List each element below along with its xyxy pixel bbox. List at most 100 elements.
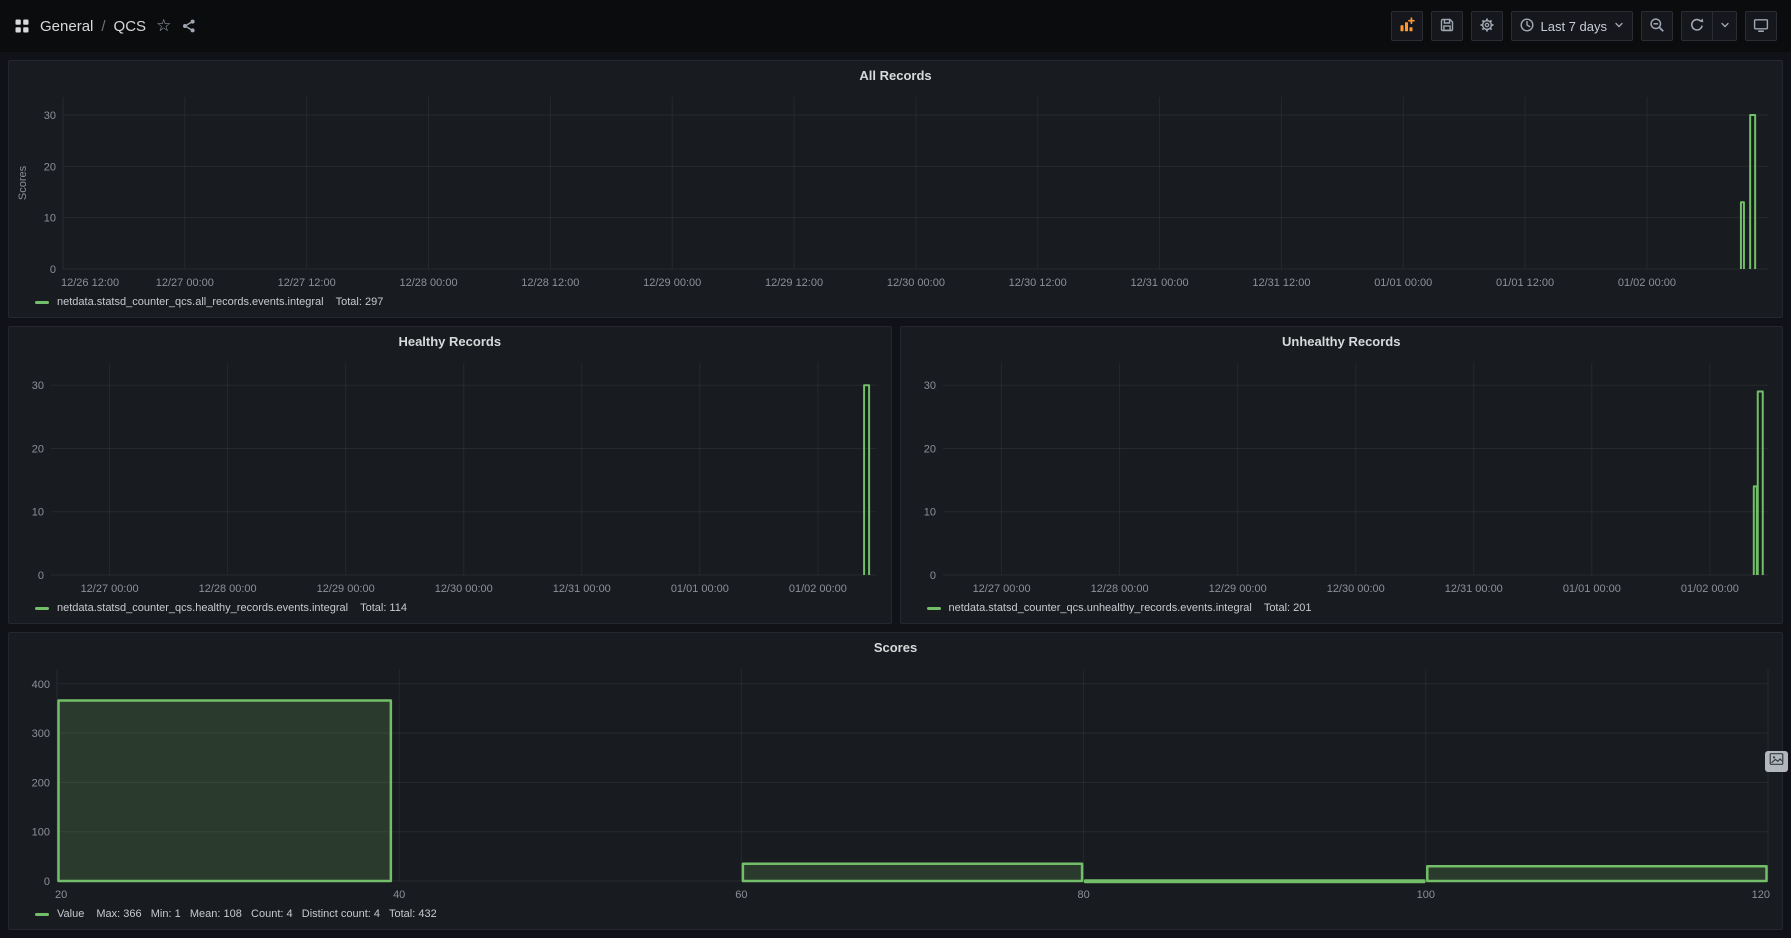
zoom-out-button[interactable] xyxy=(1641,11,1673,41)
svg-text:0: 0 xyxy=(38,570,44,582)
panel-unhealthy-records-header[interactable]: Unhealthy Records xyxy=(901,327,1783,355)
svg-text:12/28 00:00: 12/28 00:00 xyxy=(199,583,257,595)
chevron-down-icon xyxy=(1719,19,1731,34)
overlay-widget-button[interactable] xyxy=(1765,751,1788,772)
healthy-records-legend: netdata.statsd_counter_qcs.healthy_recor… xyxy=(9,599,891,623)
breadcrumb[interactable]: General / QCS xyxy=(40,18,146,35)
svg-text:12/26 12:00: 12/26 12:00 xyxy=(61,277,119,289)
svg-text:30: 30 xyxy=(44,110,56,122)
svg-text:12/30 00:00: 12/30 00:00 xyxy=(1326,583,1384,595)
panel-row: Healthy Records 0 10 20 30 12/27 00:00 12/28 … xyxy=(8,326,1783,624)
legend-stats: Max: 366 Min: 1 Mean: 108 Count: 4 Disti… xyxy=(96,908,437,920)
series-color-marker xyxy=(35,300,49,304)
svg-text:12/31 00:00: 12/31 00:00 xyxy=(1131,277,1189,289)
legend-series-name[interactable]: Value xyxy=(57,908,84,920)
all-records-chart[interactable]: 0 10 20 30 12/26 12:00 12/27 00:00 12/27 12:00… xyxy=(15,89,1776,293)
svg-text:01/01 00:00: 01/01 00:00 xyxy=(671,583,729,595)
chevron-down-icon xyxy=(1613,19,1625,34)
panel-healthy-records-header[interactable]: Healthy Records xyxy=(9,327,891,355)
svg-text:12/27 00:00: 12/27 00:00 xyxy=(156,277,214,289)
svg-text:0: 0 xyxy=(929,570,935,582)
svg-text:12/27 00:00: 12/27 00:00 xyxy=(81,583,139,595)
svg-text:20: 20 xyxy=(44,161,56,173)
panel-scores-header[interactable]: Scores xyxy=(9,633,1782,661)
svg-text:20: 20 xyxy=(55,889,67,901)
panel-unhealthy-records: Unhealthy Records 0 10 20 30 12/27 00:00 12/2… xyxy=(899,326,1783,624)
kiosk-mode-button[interactable] xyxy=(1745,11,1777,41)
save-icon xyxy=(1439,17,1455,36)
panel-healthy-records: Healthy Records 0 10 20 30 12/27 00:00 12/28 … xyxy=(8,326,892,624)
svg-text:100: 100 xyxy=(1417,889,1435,901)
svg-text:80: 80 xyxy=(1077,889,1089,901)
legend-series-name[interactable]: netdata.statsd_counter_qcs.healthy_recor… xyxy=(57,602,348,614)
legend-series-name[interactable]: netdata.statsd_counter_qcs.unhealthy_rec… xyxy=(949,602,1252,614)
picture-icon xyxy=(1769,752,1784,771)
svg-text:12/28 00:00: 12/28 00:00 xyxy=(1090,583,1148,595)
save-dashboard-button[interactable] xyxy=(1430,11,1463,41)
dashboard-grid: All Records 0 10 20 30 12/26 12:00 12/27 00:0… xyxy=(0,52,1791,938)
unhealthy-records-legend: netdata.statsd_counter_qcs.unhealthy_rec… xyxy=(901,599,1783,623)
svg-text:0: 0 xyxy=(44,876,50,888)
panel-all-records: All Records 0 10 20 30 12/26 12:00 12/27 00:0… xyxy=(8,60,1783,318)
breadcrumb-dashboard[interactable]: QCS xyxy=(114,18,147,35)
time-range-picker[interactable]: Last 7 days xyxy=(1510,11,1633,41)
svg-text:01/01 12:00: 01/01 12:00 xyxy=(1496,277,1554,289)
panel-title[interactable]: Scores xyxy=(874,640,917,655)
svg-text:12/31 00:00: 12/31 00:00 xyxy=(1444,583,1502,595)
svg-text:200: 200 xyxy=(32,777,50,789)
clock-icon xyxy=(1519,17,1535,36)
svg-text:12/31 12:00: 12/31 12:00 xyxy=(1252,277,1310,289)
svg-text:12/27 00:00: 12/27 00:00 xyxy=(972,583,1030,595)
panel-all-records-header[interactable]: All Records xyxy=(9,61,1782,89)
svg-text:12/29 00:00: 12/29 00:00 xyxy=(317,583,375,595)
svg-text:01/01 00:00: 01/01 00:00 xyxy=(1562,583,1620,595)
panel-title[interactable]: Healthy Records xyxy=(398,334,501,349)
apps-grid-icon[interactable] xyxy=(14,18,30,34)
healthy-records-chart[interactable]: 0 10 20 30 12/27 00:00 12/28 00:00 12/29 00:00… xyxy=(15,355,885,599)
svg-text:60: 60 xyxy=(735,889,747,901)
svg-text:12/29 00:00: 12/29 00:00 xyxy=(1208,583,1266,595)
series-color-marker xyxy=(35,912,49,916)
dashboard-settings-button[interactable] xyxy=(1470,11,1503,41)
series-color-marker xyxy=(926,606,941,610)
legend-stats: Total: 297 xyxy=(335,296,384,308)
svg-text:20: 20 xyxy=(923,443,935,455)
svg-text:30: 30 xyxy=(32,380,44,392)
dashboard-topbar: General / QCS ☆ Last 7 days xyxy=(0,0,1791,52)
svg-text:400: 400 xyxy=(32,679,50,691)
refresh-interval-dropdown[interactable] xyxy=(1713,11,1737,41)
breadcrumb-folder[interactable]: General xyxy=(40,18,93,35)
refresh-icon xyxy=(1689,17,1705,36)
svg-text:12/30 12:00: 12/30 12:00 xyxy=(1009,277,1067,289)
legend-stats: Total: 201 xyxy=(1263,602,1312,614)
legend-stats: Total: 114 xyxy=(360,602,407,614)
unhealthy-records-chart[interactable]: 0 10 20 30 12/27 00:00 12/28 00:00 12/29 00:00… xyxy=(907,355,1777,599)
svg-text:01/02 00:00: 01/02 00:00 xyxy=(1680,583,1738,595)
panel-title[interactable]: Unhealthy Records xyxy=(1282,334,1400,349)
legend-series-name[interactable]: netdata.statsd_counter_qcs.all_records.e… xyxy=(57,296,324,308)
scores-histogram-chart[interactable]: 0 100 200 300 400 20 40 60 80 100 120 xyxy=(15,661,1776,905)
share-dashboard-icon[interactable] xyxy=(181,18,197,34)
panel-title[interactable]: All Records xyxy=(859,68,931,83)
svg-text:300: 300 xyxy=(32,728,50,740)
svg-text:0: 0 xyxy=(50,264,56,276)
tv-monitor-icon xyxy=(1753,17,1769,36)
gear-icon xyxy=(1479,17,1495,36)
svg-text:30: 30 xyxy=(923,380,935,392)
scores-legend: Value Max: 366 Min: 1 Mean: 108 Count: 4… xyxy=(9,905,1782,929)
breadcrumb-separator: / xyxy=(101,17,106,35)
series-color-marker xyxy=(35,606,49,610)
zoom-out-icon xyxy=(1649,17,1665,36)
refresh-button-group xyxy=(1681,11,1737,41)
add-panel-icon xyxy=(1399,16,1415,36)
svg-text:01/02 00:00: 01/02 00:00 xyxy=(1618,277,1676,289)
svg-text:12/29 00:00: 12/29 00:00 xyxy=(643,277,701,289)
svg-text:01/01 00:00: 01/01 00:00 xyxy=(1374,277,1432,289)
star-dashboard-icon[interactable]: ☆ xyxy=(156,17,171,34)
add-panel-button[interactable] xyxy=(1390,11,1423,41)
svg-text:12/28 12:00: 12/28 12:00 xyxy=(521,277,579,289)
svg-text:100: 100 xyxy=(32,827,50,839)
svg-text:10: 10 xyxy=(923,507,935,519)
refresh-button[interactable] xyxy=(1681,11,1713,41)
svg-text:10: 10 xyxy=(32,507,44,519)
